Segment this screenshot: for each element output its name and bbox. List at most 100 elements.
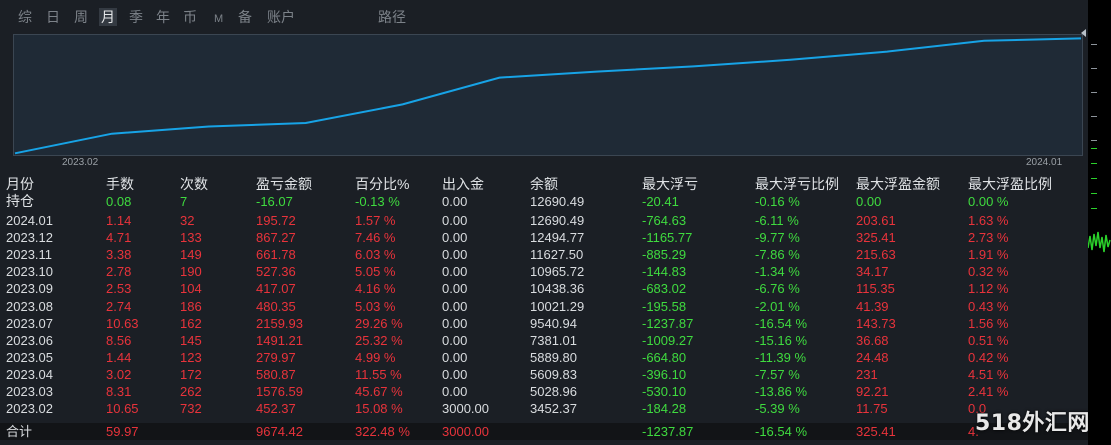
table-row[interactable]: 2023.12 4.71 133 867.27 7.46 % 0.00 12494.77 -1… — [0, 229, 1088, 246]
cell-count: 123 — [180, 349, 202, 365]
tab-path[interactable]: 路径 — [376, 8, 408, 26]
cell-month: 月份 — [6, 176, 34, 192]
cell-max-float-loss-pct: -7.57 % — [755, 366, 800, 382]
cell-pnl: 480.35 — [256, 298, 296, 314]
cell-max-float-profit-pct: 0.42 % — [968, 349, 1009, 365]
cell-max-float-profit: 203.61 — [856, 213, 896, 228]
cell-max-float-profit: 231 — [856, 366, 878, 382]
cell-lots: 3.02 — [106, 366, 132, 382]
table-row[interactable]: 2023.06 8.56 145 1491.21 25.32 % 0.00 7381.01 -… — [0, 332, 1088, 349]
cell-max-float-loss: -1237.87 — [642, 424, 694, 439]
cell-io: 出入金 — [442, 176, 484, 192]
table-row[interactable]: 2023.08 2.74 186 480.35 5.03 % 0.00 10021.29 -1… — [0, 298, 1088, 315]
cell-month: 2023.11 — [6, 247, 53, 263]
cell-balance: 7381.01 — [530, 332, 577, 348]
cell-max-float-loss-pct: -16.54 % — [755, 315, 808, 331]
cell-io: 0.00 — [442, 264, 468, 280]
cell-balance: 5609.83 — [530, 366, 577, 382]
tab-day[interactable]: 日 — [44, 8, 62, 26]
cell-max-float-loss-pct: -0.16 % — [755, 194, 800, 209]
cell-lots: 3.38 — [106, 247, 132, 263]
cell-balance: 余额 — [530, 176, 558, 192]
right-side-strip — [1088, 0, 1111, 445]
cell-lots: 8.56 — [106, 332, 132, 348]
cell-max-float-loss-pct: -6.11 % — [755, 213, 799, 228]
cell-io: 0.00 — [442, 349, 468, 365]
cell-count: 149 — [180, 247, 202, 263]
cell-count: 104 — [180, 281, 202, 297]
cell-balance: 5028.96 — [530, 384, 577, 399]
tab-account[interactable]: 账户 — [265, 8, 297, 26]
table-row[interactable]: 2023.10 2.78 190 527.36 5.05 % 0.00 10965.72 -1… — [0, 263, 1088, 280]
cell-lots: 手数 — [106, 176, 134, 192]
cell-max-float-profit-pct: 1.91 % — [968, 247, 1009, 263]
green-axis-tick — [1091, 178, 1097, 179]
table-row[interactable]: 2023.05 1.44 123 279.97 4.99 % 0.00 5889.80 -66… — [0, 349, 1088, 366]
cell-pct: 7.46 % — [355, 230, 396, 246]
cell-month: 2023.12 — [6, 230, 53, 246]
cell-count: 732 — [180, 401, 202, 417]
cell-lots: 4.71 — [106, 230, 132, 246]
cell-count: 133 — [180, 230, 202, 246]
cell-pct: 4.16 % — [355, 281, 396, 297]
cell-max-float-loss-pct: -2.01 % — [755, 298, 800, 314]
cell-max-float-profit: 215.63 — [856, 247, 896, 263]
cell-max-float-loss: -885.29 — [642, 247, 687, 263]
tab-week[interactable]: 周 — [72, 8, 90, 26]
table-row[interactable]: 2023.03 8.31 262 1576.59 45.67 % 0.00 5028.96 -… — [0, 383, 1088, 400]
table-row[interactable]: 2023.09 2.53 104 417.07 4.16 % 0.00 10438.36 -6… — [0, 280, 1088, 297]
cell-pct: 5.05 % — [355, 264, 396, 280]
cell-pnl: 867.27 — [256, 230, 296, 246]
cell-balance: 10021.29 — [530, 298, 585, 314]
table-row[interactable]: 2023.07 10.63 162 2159.93 29.26 % 0.00 9540.94… — [0, 315, 1088, 332]
tab-month[interactable]: 月 — [99, 8, 117, 26]
cell-max-float-loss-pct: -9.77 % — [755, 230, 800, 246]
table-header-row[interactable]: 月份 手数 次数 盈亏金额 百分比% 出入金 余额 最大浮亏 最大浮亏比例 最大浮盈金额 最大浮盈比… — [0, 176, 1088, 193]
cell-pct: 1.57 % — [355, 213, 396, 228]
cell-pnl: 279.97 — [256, 349, 296, 365]
cell-max-float-profit-pct: 2.41 % — [968, 384, 1009, 399]
cell-pct: 25.32 % — [355, 332, 403, 348]
cell-max-float-loss: -144.83 — [642, 264, 687, 280]
table-row[interactable]: 2023.02 10.65 732 452.37 15.08 % 3000.00 3452.… — [0, 400, 1088, 417]
chart-x-end-label: 2024.01 — [1026, 157, 1063, 168]
cell-lots: 8.31 — [106, 384, 132, 399]
tab-note[interactable]: 备 — [236, 8, 254, 26]
cell-pnl: 417.07 — [256, 281, 296, 297]
cell-balance: 12690.49 — [530, 194, 585, 209]
cell-max-float-loss: -764.63 — [642, 213, 687, 228]
tab-summary[interactable]: 综 — [16, 8, 34, 26]
position-row[interactable]: 持仓 0.08 7 -16.07 -0.13 % 0.00 12690.49 -20.41 -0… — [0, 193, 1088, 210]
tab-quarter[interactable]: 季 — [127, 8, 145, 26]
cell-max-float-profit: 0.00 — [856, 194, 882, 209]
cell-count: 172 — [180, 366, 202, 382]
cell-month: 2023.07 — [6, 315, 53, 331]
table-row[interactable]: 2023.04 3.02 172 580.87 11.55 % 0.00 5609.83 -3… — [0, 366, 1088, 383]
cell-io: 0.00 — [442, 281, 468, 297]
tab-m[interactable]: M — [212, 10, 225, 28]
cell-count: 186 — [180, 298, 202, 314]
cell-io: 0.00 — [442, 213, 468, 228]
cell-pnl: 195.72 — [256, 213, 296, 228]
table-row[interactable]: 2024.01 1.14 32 195.72 1.57 % 0.00 12690.49 -76… — [0, 212, 1088, 229]
cell-max-float-loss: -683.02 — [642, 281, 687, 297]
cell-count: 162 — [180, 315, 202, 331]
cell-lots: 10.65 — [106, 401, 139, 417]
cell-month: 2024.01 — [6, 213, 53, 228]
cell-max-float-profit: 115.35 — [856, 281, 895, 297]
table-row[interactable]: 2023.11 3.38 149 661.78 6.03 % 0.00 11627.50 -8… — [0, 246, 1088, 263]
total-row[interactable]: 合计 59.97 9674.42 322.48 % 3000.00 -1237.87 -16… — [0, 423, 1088, 440]
cell-max-float-profit: 325.41 — [856, 424, 896, 439]
tab-year[interactable]: 年 — [154, 8, 172, 26]
cell-count: 190 — [180, 264, 202, 280]
cell-max-float-loss: -195.58 — [642, 298, 687, 314]
cell-pct: -0.13 % — [355, 194, 400, 209]
cell-balance: 3452.37 — [530, 401, 577, 417]
equity-chart — [13, 34, 1083, 156]
cell-pnl: 580.87 — [256, 366, 296, 382]
cell-max-float-loss-pct: -16.54 % — [755, 424, 808, 439]
cell-io: 0.00 — [442, 194, 468, 209]
tab-currency[interactable]: 币 — [181, 8, 199, 26]
cell-max-float-profit-pct: 1.12 % — [968, 281, 1009, 297]
mini-chart-noise — [1088, 231, 1111, 253]
